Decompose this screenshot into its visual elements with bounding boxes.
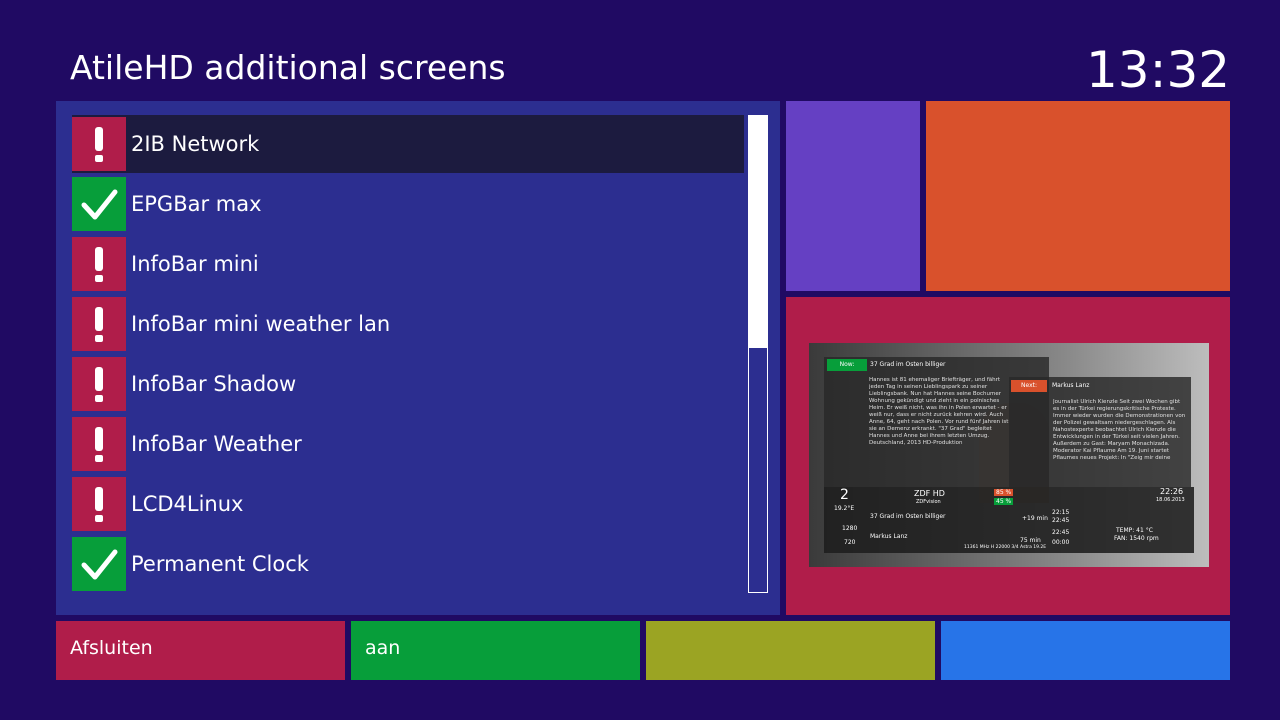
list-item-label: 2IB Network [131,132,260,156]
preview-now-tag: Now: [827,359,867,371]
scrollbar[interactable] [748,115,768,593]
red-key-button[interactable]: Afsluiten [56,621,345,680]
exclamation-icon [72,297,126,351]
list-item-label: InfoBar Shadow [131,372,297,396]
preview-now-title: 37 Grad im Osten billiger [870,361,946,368]
checkmark-icon [72,177,126,231]
list-item-label: EPGBar max [131,192,262,216]
preview-signal-1: 85 % [994,489,1014,496]
preview-date: 18.06.2013 [1156,497,1185,503]
preview-time-1: 22:15 [1052,509,1070,516]
yellow-key-button[interactable] [646,621,935,680]
preview-infobar: 2 19.2°E ZDF HD ZDFvision 37 Grad im Ost… [824,487,1194,553]
preview-channel-sub: ZDFvision [916,499,941,505]
preview-now-description: Hannes ist 81 ehemaliger Briefträger, un… [869,377,1009,446]
preview-event1-title: 37 Grad im Osten billiger [870,513,946,520]
exclamation-icon [72,477,126,531]
preview-channel-name: ZDF HD [914,489,945,498]
preview-channel-number: 2 [840,487,849,503]
green-key-button[interactable]: aan [351,621,640,680]
preview-temperature: TEMP: 41 °C [1116,527,1153,534]
preview-time-3: 22:45 [1052,529,1070,536]
checkmark-icon [72,537,126,591]
list-item[interactable]: LCD4Linux [72,475,744,533]
exclamation-icon [72,117,126,171]
preview-fan-speed: FAN: 1540 rpm [1114,535,1159,542]
clock: 13:32 [1086,41,1231,99]
list-item[interactable]: EPGBar max [72,175,744,233]
scrollbar-thumb[interactable] [749,116,767,348]
preview-clock: 22:26 [1160,487,1184,496]
preview-next-tag: Next: [1011,380,1047,392]
preview-transponder-info: 11361 MHz H 22000 3/4 Astra 19.2E [964,545,1047,550]
screen-preview-image: Now: 37 Grad im Osten billiger Hannes is… [809,343,1209,567]
exclamation-icon [72,357,126,411]
decorative-tile-orange [926,101,1230,291]
preview-resolution-height: 720 [844,539,856,546]
preview-event1-remaining: +19 min [1022,515,1048,522]
preview-sat-position: 19.2°E [834,505,855,512]
preview-next-description: Journalist Ulrich Kienzle Seit zwei Woch… [1053,399,1186,461]
preview-event2-duration: 75 min [1020,537,1041,544]
list-item-label: InfoBar mini [131,252,259,276]
blue-key-button[interactable] [941,621,1230,680]
decorative-tile-purple [786,101,920,291]
preview-next-title: Markus Lanz [1052,382,1090,389]
list-item[interactable]: InfoBar Weather [72,415,744,473]
list-item[interactable]: InfoBar mini [72,235,744,293]
preview-time-2: 22:45 [1052,517,1070,524]
list-item-label: Permanent Clock [131,552,309,576]
exclamation-icon [72,237,126,291]
screens-list-panel: 2IB Network EPGBar max InfoBar mini InfoBar… [56,101,780,615]
exclamation-icon [72,417,126,471]
list-item-label: InfoBar mini weather lan [131,312,391,336]
list-item-label: LCD4Linux [131,492,244,516]
red-key-label: Afsluiten [70,637,153,659]
list-item[interactable]: InfoBar Shadow [72,355,744,413]
list-item-label: InfoBar Weather [131,432,302,456]
page-title: AtileHD additional screens [70,48,506,87]
preview-event2-title: Markus Lanz [870,533,908,540]
preview-time-4: 00:00 [1052,539,1070,546]
list-item[interactable]: InfoBar mini weather lan [72,295,744,353]
list-item[interactable]: 2IB Network [72,115,744,173]
preview-resolution-width: 1280 [842,525,858,532]
green-key-label: aan [365,637,401,659]
preview-tile: Now: 37 Grad im Osten billiger Hannes is… [786,297,1230,615]
list-item[interactable]: Permanent Clock [72,535,744,593]
preview-signal-2: 45 % [994,498,1014,505]
